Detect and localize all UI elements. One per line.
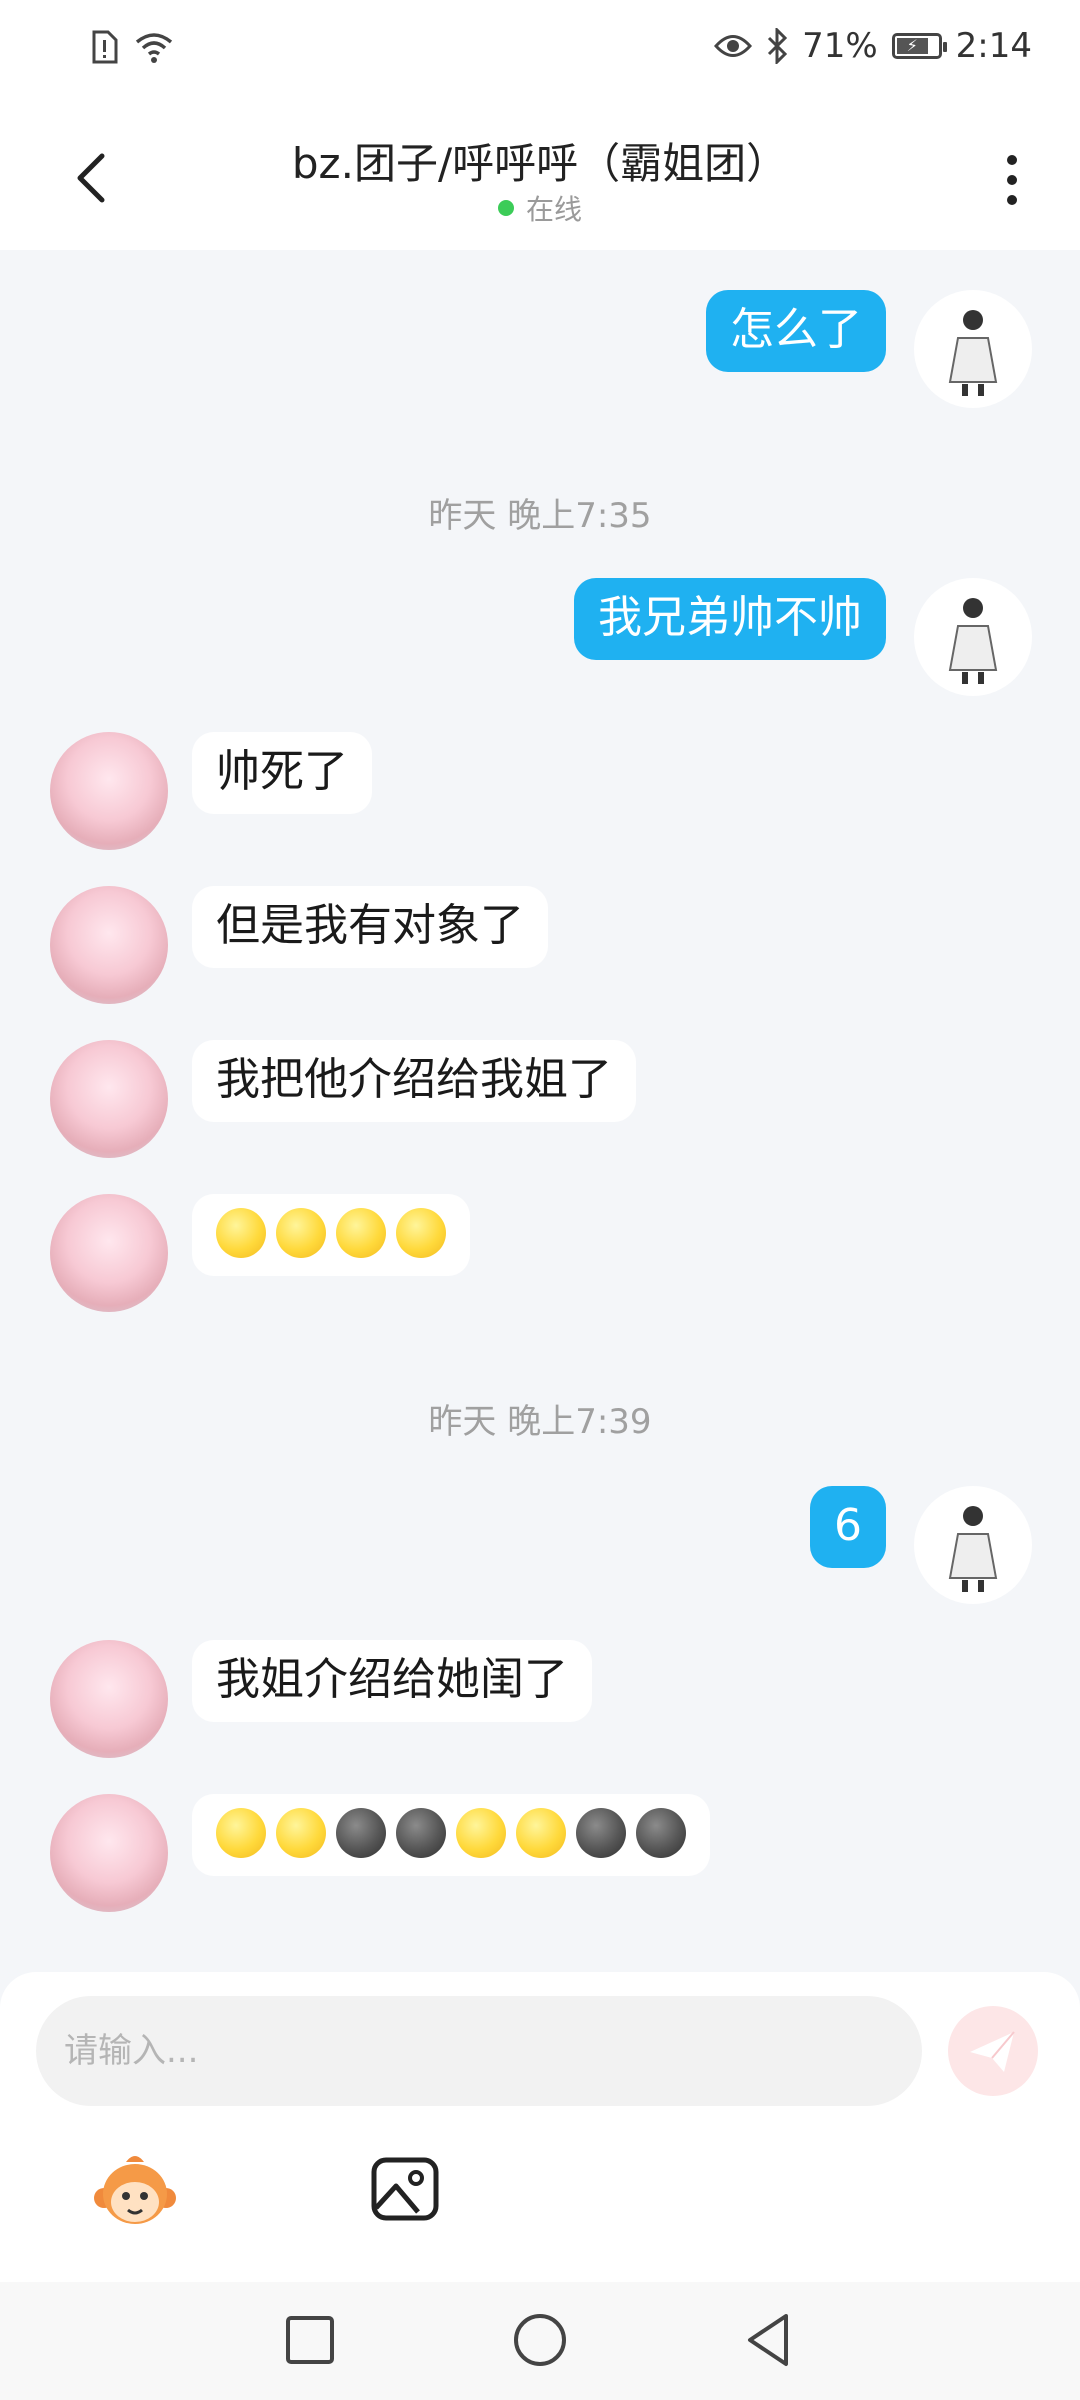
smirk-face-emoji-icon	[216, 1808, 266, 1858]
contact-avatar[interactable]	[50, 1640, 168, 1758]
smirk-face-emoji-icon	[276, 1808, 326, 1858]
avatar-figure-icon	[948, 310, 998, 396]
timestamp: 昨天 晚上7:39	[428, 1402, 652, 1442]
paper-plane-icon	[970, 2031, 1015, 2072]
message-bubble-outgoing[interactable]: 我兄弟帅不帅	[574, 578, 886, 660]
contact-avatar[interactable]	[50, 886, 168, 1004]
message-bubble-outgoing[interactable]: 6	[810, 1486, 886, 1568]
smirk-face-emoji-icon	[336, 1208, 386, 1258]
message-bubble-incoming[interactable]: 我把他介绍给我姐了	[192, 1040, 636, 1122]
message-input[interactable]	[36, 1996, 922, 2106]
back-nav-button[interactable]	[740, 2310, 800, 2370]
eye-icon	[714, 35, 753, 57]
monkey-mascot-icon	[94, 2156, 176, 2224]
chat-header: bz.团子/呼呼呼（霸姐团） 在线	[0, 104, 1080, 250]
message-bubble-emoji[interactable]	[192, 1194, 470, 1276]
dark-moon-face-emoji-icon	[636, 1808, 686, 1858]
timestamp: 昨天 晚上7:35	[428, 496, 652, 536]
status-left	[90, 30, 174, 64]
image-icon	[371, 2157, 439, 2221]
dark-moon-face-emoji-icon	[396, 1808, 446, 1858]
message-bubble-incoming[interactable]: 但是我有对象了	[192, 886, 548, 968]
smirk-face-emoji-icon	[396, 1208, 446, 1258]
status-bar: 71% ⚡ 2:14	[0, 0, 1080, 104]
recent-apps-button[interactable]	[280, 2310, 340, 2370]
more-options-button[interactable]	[992, 150, 1032, 210]
clock: 2:14	[955, 26, 1032, 66]
charging-icon: ⚡	[906, 36, 918, 55]
contact-avatar[interactable]	[50, 732, 168, 850]
message-bubble-outgoing[interactable]: 怎么了	[706, 290, 886, 372]
online-status: 在线	[0, 188, 1080, 228]
circle-icon	[514, 2314, 566, 2366]
square-icon	[286, 2316, 334, 2364]
vertical-dots-icon	[1007, 155, 1017, 205]
image-picker-button[interactable]	[370, 2156, 440, 2222]
contact-avatar[interactable]	[50, 1194, 168, 1312]
battery-percent: 71%	[802, 26, 878, 66]
message-bubble-emoji[interactable]	[192, 1794, 710, 1876]
avatar-figure-icon	[948, 598, 998, 684]
my-avatar[interactable]	[914, 290, 1032, 408]
contact-avatar[interactable]	[50, 1794, 168, 1912]
message-bubble-incoming[interactable]: 帅死了	[192, 732, 372, 814]
smirk-face-emoji-icon	[216, 1208, 266, 1258]
wifi-icon	[135, 33, 173, 63]
my-avatar[interactable]	[914, 578, 1032, 696]
triangle-back-icon	[748, 2314, 788, 2366]
avatar-figure-icon	[948, 1506, 998, 1592]
status-right: 71% ⚡ 2:14	[714, 26, 1032, 66]
smirk-face-emoji-icon	[456, 1808, 506, 1858]
online-dot-icon	[497, 200, 514, 216]
online-status-label: 在线	[525, 193, 582, 226]
sim-alert-icon	[92, 30, 118, 64]
home-button[interactable]	[510, 2310, 570, 2370]
message-bubble-incoming[interactable]: 我姐介绍给她闺了	[192, 1640, 592, 1722]
my-avatar[interactable]	[914, 1486, 1032, 1604]
send-button[interactable]	[948, 2006, 1038, 2096]
bluetooth-icon	[768, 28, 788, 64]
contact-avatar[interactable]	[50, 1040, 168, 1158]
smirk-face-emoji-icon	[276, 1208, 326, 1258]
smirk-face-emoji-icon	[516, 1808, 566, 1858]
message-list[interactable]: 怎么了 昨天 晚上7:35 我兄弟帅不帅 帅死了 但是我有对象了 我把他介绍给我…	[0, 250, 1080, 1970]
contact-name: bz.团子/呼呼呼（霸姐团）	[291, 139, 789, 188]
input-panel	[0, 1972, 1080, 2282]
battery-icon: ⚡	[891, 33, 947, 59]
mascot-sticker-button[interactable]	[90, 2152, 180, 2232]
system-nav-bar	[0, 2282, 1080, 2400]
dark-moon-face-emoji-icon	[576, 1808, 626, 1858]
dark-moon-face-emoji-icon	[336, 1808, 386, 1858]
